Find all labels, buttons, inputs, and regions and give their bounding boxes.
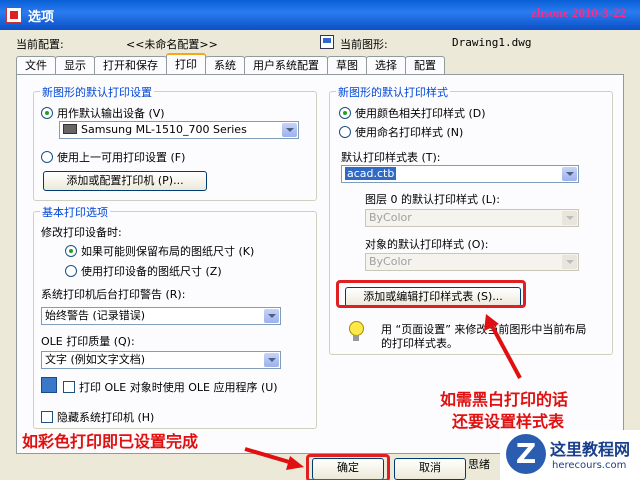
output-device-select[interactable]: Samsung ML-1510_700 Series: [59, 121, 299, 139]
radio-use-device-paper-size[interactable]: 使用打印设备的图纸尺寸 (Z): [65, 263, 222, 279]
annotation-bw-line-1: 如需黑白打印的话: [440, 390, 569, 409]
group-title: 新图形的默认打印样式: [336, 84, 450, 100]
tab-strip: 文件 显示 打开和保存 打印 系统 用户系统配置 草图 选择 配置: [16, 53, 445, 74]
radio-keep-layout-paper-size[interactable]: 如果可能则保留布局的图纸尺寸 (K): [65, 243, 254, 259]
group-title: 新图形的默认打印设置: [40, 84, 154, 100]
logo-url: herecours.com: [552, 460, 627, 471]
layer0-style-label: 图层 0 的默认打印样式 (L):: [365, 193, 500, 206]
tab-open-save[interactable]: 打开和保存: [94, 56, 167, 74]
tab-plot[interactable]: 打印: [166, 53, 206, 74]
window-title: 选项: [28, 10, 55, 25]
radio-indicator: [41, 151, 53, 163]
chevron-down-icon: [282, 123, 297, 137]
site-logo: Z 这里教程网 herecours.com: [500, 430, 640, 480]
default-style-table-select[interactable]: acad.ctb: [341, 165, 579, 183]
current-drawing-value: Drawing1.dwg: [452, 36, 532, 49]
chevron-down-icon: [562, 211, 577, 225]
checkbox-indicator: [63, 381, 75, 393]
radio-named-styles[interactable]: 使用命名打印样式 (N): [339, 124, 463, 140]
checkbox-use-ole-application[interactable]: 打印 OLE 对象时使用 OLE 应用程序 (U): [63, 379, 278, 395]
checkbox-hide-system-printers[interactable]: 隐藏系统打印机 (H): [41, 409, 154, 425]
printer-icon: [63, 124, 77, 134]
chevron-down-icon: [264, 309, 279, 323]
object-style-select[interactable]: ByColor: [365, 253, 579, 271]
highlight-ok: [306, 454, 390, 480]
checkbox-indicator: [41, 411, 53, 423]
group-title: 基本打印选项: [40, 204, 110, 220]
tab-drafting[interactable]: 草图: [327, 56, 367, 74]
annotation-color-done: 如彩色打印即已设置完成: [22, 432, 199, 451]
radio-indicator: [41, 107, 53, 119]
change-device-label: 修改打印设备时:: [41, 226, 122, 239]
add-configure-printer-button[interactable]: 添加或配置打印机 (P)...: [43, 171, 207, 191]
logo-mark: Z: [506, 434, 546, 474]
ole-quality-label: OLE 打印质量 (Q):: [41, 335, 135, 348]
tip-line-2: 的打印样式表。: [381, 337, 458, 350]
tab-user-preferences[interactable]: 用户系统配置: [244, 56, 328, 74]
cancel-button[interactable]: 取消: [394, 458, 466, 480]
object-style-label: 对象的默认打印样式 (O):: [365, 238, 489, 251]
tab-files[interactable]: 文件: [16, 56, 56, 74]
default-style-table-label: 默认打印样式表 (T):: [341, 151, 441, 164]
watermark-text: zhsone 2010-3-22: [531, 5, 626, 20]
title-bar: 选项 zhsone 2010-3-22: [0, 0, 640, 30]
radio-indicator: [339, 107, 351, 119]
radio-indicator: [65, 245, 77, 257]
apply-button-partial[interactable]: 思绪: [468, 456, 490, 472]
logo-name: 这里教程网: [550, 440, 631, 459]
chevron-down-icon: [264, 353, 279, 367]
spooler-alert-select[interactable]: 始终警告 (记录错误): [41, 307, 281, 325]
chevron-down-icon: [562, 167, 577, 181]
radio-indicator: [339, 126, 351, 138]
radio-default-output-device[interactable]: 用作默认输出设备 (V): [41, 105, 165, 121]
radio-color-dependent-styles[interactable]: 使用颜色相关打印样式 (D): [339, 105, 486, 121]
ole-quality-select[interactable]: 文字 (例如文字文档): [41, 351, 281, 369]
drawing-file-icon: [320, 35, 334, 49]
radio-indicator: [65, 265, 77, 277]
ole-icon: [41, 377, 57, 393]
tab-system[interactable]: 系统: [205, 56, 245, 74]
app-icon: [6, 7, 22, 23]
current-config-label: 当前配置:: [16, 38, 64, 51]
chevron-down-icon: [562, 255, 577, 269]
highlight-edit-styles: [336, 280, 526, 308]
layer0-style-select[interactable]: ByColor: [365, 209, 579, 227]
annotation-bw-line-2: 还要设置样式表: [452, 412, 565, 431]
radio-last-plot-settings[interactable]: 使用上一可用打印设置 (F): [41, 149, 185, 165]
tab-selection[interactable]: 选择: [366, 56, 406, 74]
tab-profiles[interactable]: 配置: [405, 56, 445, 74]
current-drawing-label: 当前图形:: [340, 38, 388, 51]
tab-display[interactable]: 显示: [55, 56, 95, 74]
lightbulb-icon: [347, 321, 365, 343]
current-config-value: <<未命名配置>>: [126, 38, 218, 51]
spooler-alert-label: 系统打印机后台打印警告 (R):: [41, 288, 186, 301]
arrow-to-ok-head: [286, 456, 304, 470]
